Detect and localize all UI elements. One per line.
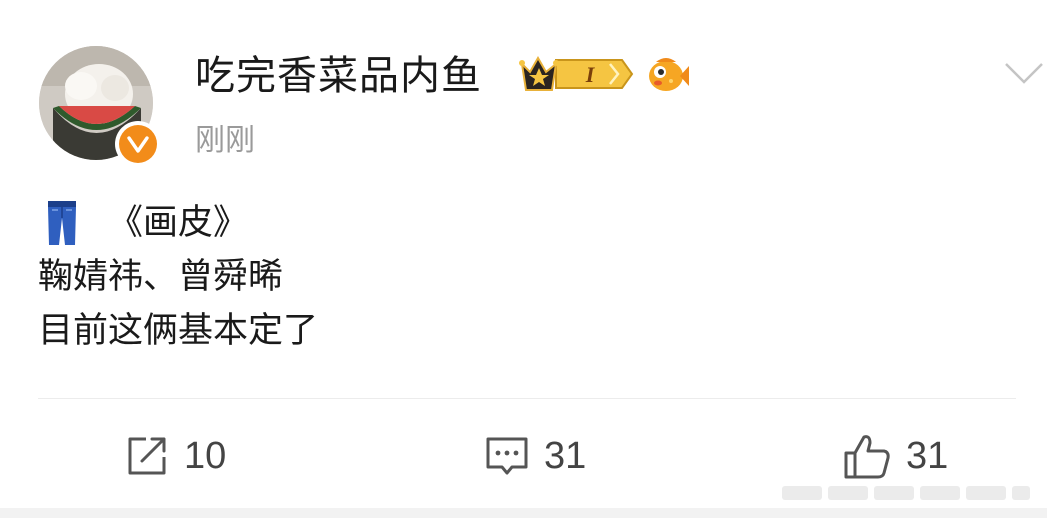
share-button[interactable]: 10 — [124, 428, 226, 484]
post-text-line: 目前这俩基本定了 — [38, 311, 319, 351]
fish-icon — [649, 58, 689, 91]
comment-count: 31 — [544, 435, 587, 477]
share-count: 10 — [184, 435, 227, 477]
post-text-line: 鞠婧祎、曾舜晞 — [38, 257, 284, 297]
share-icon — [128, 437, 166, 475]
weibo-post-card: 吃完香菜品内鱼 I 刚刚 《画皮》 鞠婧祎、曾舜晞 目前这俩基本定了 10 31… — [0, 0, 1047, 518]
author-name[interactable]: 吃完香菜品内鱼 — [195, 50, 482, 102]
like-count: 31 — [906, 435, 949, 477]
comment-button[interactable]: 31 — [484, 428, 586, 484]
watermark-pattern — [782, 486, 1030, 500]
verified-icon — [115, 121, 161, 167]
post-text-line: 《画皮》 — [108, 203, 249, 243]
post-line: 《画皮》 — [38, 196, 318, 250]
comment-icon — [486, 437, 528, 475]
like-button[interactable]: 31 — [842, 428, 948, 484]
level-badge-label: I — [585, 62, 596, 87]
post-time: 刚刚 — [195, 123, 255, 158]
like-icon — [844, 435, 890, 479]
bottom-strip — [0, 508, 1047, 518]
crown-icon: I — [519, 55, 634, 91]
jeans-icon — [48, 201, 76, 245]
chevron-down-icon[interactable] — [1002, 56, 1046, 92]
divider — [38, 398, 1016, 399]
post-content: 《画皮》 鞠婧祎、曾舜晞 目前这俩基本定了 — [38, 196, 318, 358]
